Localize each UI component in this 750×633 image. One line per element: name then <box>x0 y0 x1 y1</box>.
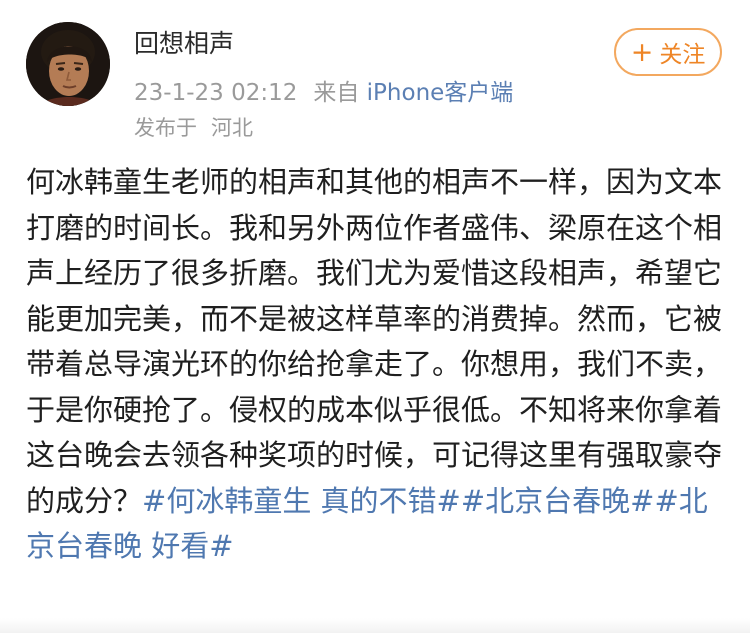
follow-button[interactable]: + 关注 <box>614 28 722 76</box>
location-value: 河北 <box>211 116 253 140</box>
post-location: 发布于 河北 <box>134 113 253 143</box>
follow-button-label: 关注 <box>659 42 706 68</box>
plus-icon: + <box>630 36 654 68</box>
avatar-photo-icon <box>26 22 110 106</box>
source-prefix: 来自 <box>313 80 360 106</box>
hashtag-link[interactable]: #北京台春晚# <box>461 484 655 518</box>
location-label: 发布于 <box>134 116 197 140</box>
source-client-link[interactable]: iPhone客户端 <box>367 80 514 106</box>
post-body: 何冰韩童生老师的相声和其他的相声不一样，因为文本打磨的时间长。我和另外两位作者盛… <box>26 160 726 570</box>
post-timestamp: 23-1-23 02:12 <box>134 80 298 106</box>
author-name[interactable]: 回想相声 <box>134 28 234 60</box>
post-text: 何冰韩童生老师的相声和其他的相声不一样，因为文本打磨的时间长。我和另外两位作者盛… <box>26 165 723 518</box>
user-avatar[interactable] <box>26 22 110 106</box>
hashtag-link[interactable]: #何冰韩童生 真的不错# <box>142 484 461 518</box>
bottom-divider <box>0 618 750 633</box>
post-meta: 23-1-23 02:12 来自 iPhone客户端 <box>134 78 513 108</box>
weibo-post: 回想相声 23-1-23 02:12 来自 iPhone客户端 发布于 河北 + 关注… <box>0 0 750 633</box>
